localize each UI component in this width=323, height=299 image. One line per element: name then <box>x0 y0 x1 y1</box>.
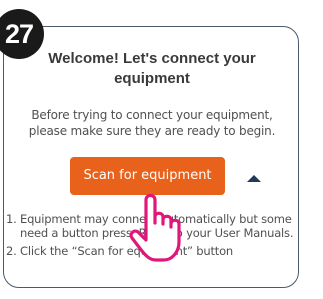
dialog-title: Welcome! Let's connect your equipment <box>48 50 256 87</box>
chevron-up-icon <box>247 175 261 182</box>
collapse-toggle[interactable] <box>242 170 266 186</box>
list-item-number: 2. <box>6 244 17 258</box>
list-item-number: 1. <box>6 212 17 226</box>
hand-pointer-icon <box>129 193 181 262</box>
dialog-intro-text: Before trying to connect your equipment,… <box>28 108 276 138</box>
